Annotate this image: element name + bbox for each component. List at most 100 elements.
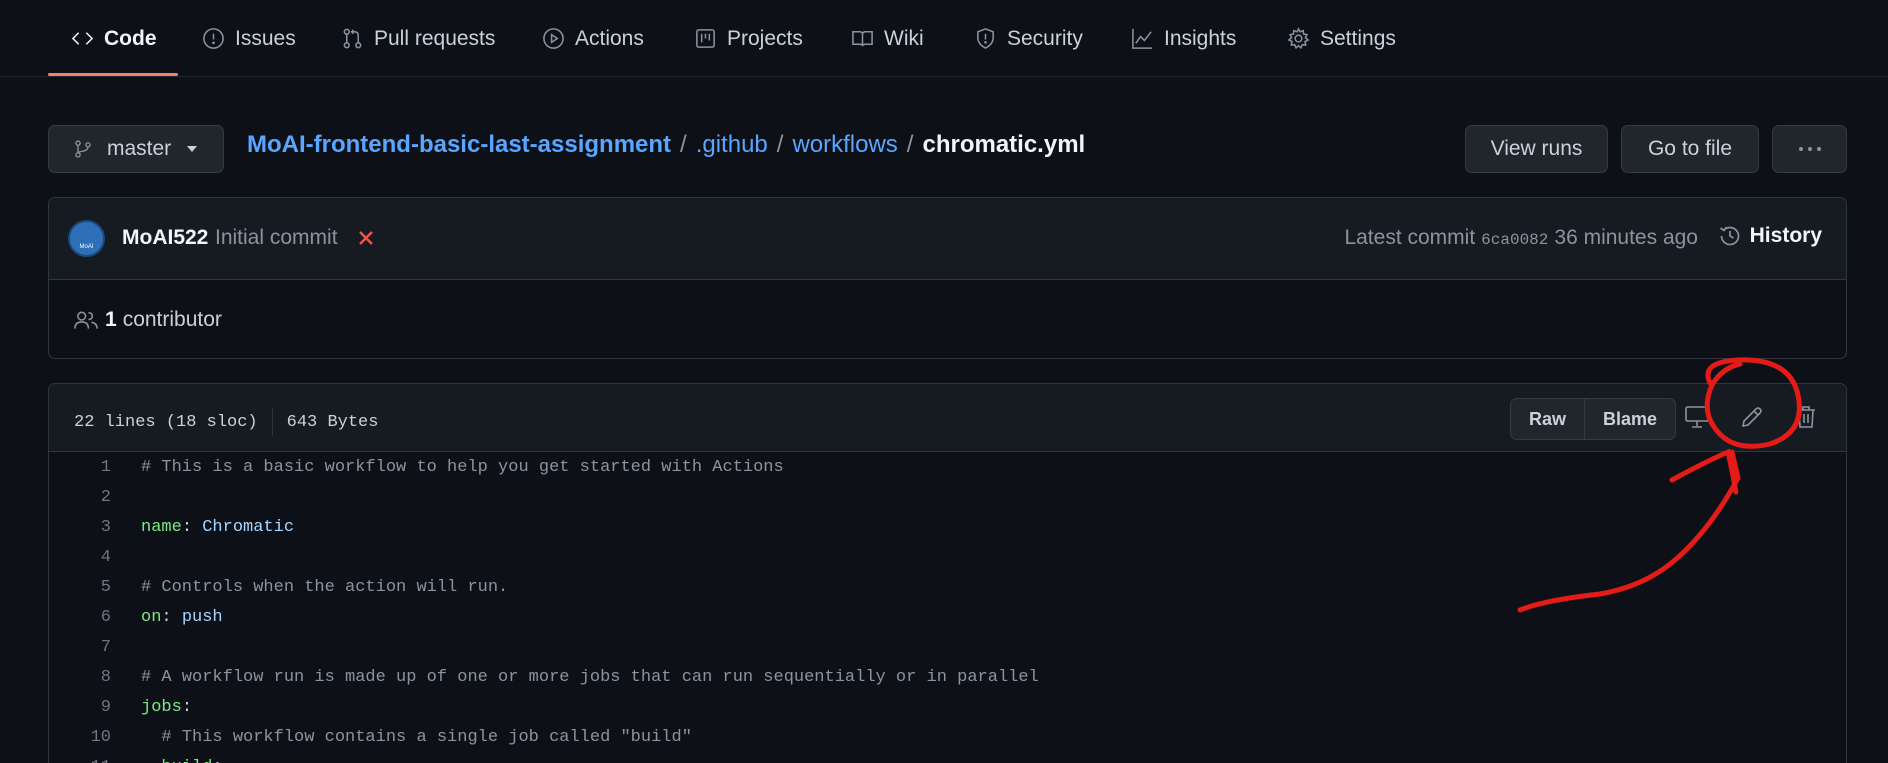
play-icon: [543, 28, 564, 49]
tab-label: Security: [1007, 26, 1083, 50]
commit-time: 36 minutes ago: [1554, 226, 1698, 249]
raw-button[interactable]: Raw: [1511, 399, 1584, 439]
code-token: name: [141, 517, 182, 537]
tab-label: Wiki: [884, 26, 924, 50]
tab-wiki[interactable]: Wiki: [851, 0, 924, 77]
code-token: # Controls when the action will run.: [141, 577, 509, 597]
commit-author-link[interactable]: MoAI522: [122, 226, 208, 250]
breadcrumb-github-link[interactable]: .github: [696, 131, 768, 159]
line-number[interactable]: 6: [49, 608, 111, 627]
line-content: jobs:: [111, 698, 192, 717]
kebab-horizontal-icon: [1798, 147, 1821, 151]
file-size: 643 Bytes: [286, 412, 379, 432]
code-token: Chromatic: [202, 517, 295, 537]
issue-icon: [203, 28, 224, 49]
line-number[interactable]: 4: [49, 548, 111, 567]
branch-select-button[interactable]: master: [48, 125, 224, 173]
code-line: 1 # This is a basic workflow to help you …: [49, 452, 1846, 482]
x-icon[interactable]: [357, 229, 375, 247]
breadcrumb-separator: /: [776, 131, 784, 158]
latest-commit-label: Latest commit: [1344, 226, 1476, 249]
chevron-down-icon: [187, 146, 198, 152]
tab-settings[interactable]: Settings: [1287, 0, 1396, 77]
code-line: 4: [49, 542, 1846, 572]
file-viewer: 22 lines (18 sloc) 643 Bytes Raw Blame 1…: [48, 383, 1847, 763]
tab-label: Pull requests: [374, 26, 496, 50]
line-number[interactable]: 7: [49, 638, 111, 657]
divider: [271, 408, 273, 436]
history-button[interactable]: History: [1718, 224, 1822, 248]
pencil-icon[interactable]: [1738, 403, 1766, 431]
view-runs-button[interactable]: View runs: [1465, 125, 1608, 173]
tab-security[interactable]: Security: [974, 0, 1083, 77]
code-token: # A workflow run is made up of one or mo…: [141, 667, 1039, 687]
commit-box: MoAI MoAI522 Initial commit Latest commi…: [48, 197, 1847, 359]
line-content: build:: [111, 758, 222, 763]
file-lines-info: 22 lines (18 sloc): [74, 412, 258, 432]
code-token: on: [141, 607, 162, 627]
code-token: build: [141, 758, 212, 763]
code-token: jobs: [141, 697, 182, 717]
contributors-link[interactable]: 1 contributor: [74, 308, 222, 332]
repo-nav: Code Issues Pull requests Actions Projec…: [0, 0, 1888, 77]
contributor-label: contributor: [122, 308, 222, 331]
git-branch-icon: [75, 140, 91, 158]
breadcrumb-separator: /: [680, 131, 687, 158]
more-options-button[interactable]: [1772, 125, 1847, 173]
line-content: # This is a basic workflow to help you g…: [111, 458, 784, 477]
blame-button[interactable]: Blame: [1584, 399, 1675, 439]
line-number[interactable]: 11: [49, 758, 111, 763]
tab-issues[interactable]: Issues: [202, 0, 296, 77]
code-token: # This workflow contains a single job ca…: [141, 727, 692, 747]
line-content: name: Chromatic: [111, 518, 294, 537]
line-number[interactable]: 3: [49, 518, 111, 537]
commit-message-link[interactable]: Initial commit: [215, 226, 338, 250]
line-content: # A workflow run is made up of one or mo…: [111, 668, 1039, 687]
file-info: 22 lines (18 sloc) 643 Bytes: [74, 408, 378, 436]
people-icon: [74, 311, 98, 329]
breadcrumb-repo-link[interactable]: MoAI-frontend-basic-last-assignment: [247, 131, 671, 159]
code-line: 3 name: Chromatic: [49, 512, 1846, 542]
latest-commit-info: Latest commit 6ca0082 36 minutes ago: [1344, 226, 1698, 250]
tab-pull-requests[interactable]: Pull requests: [341, 0, 495, 77]
code-line: 10 # This workflow contains a single job…: [49, 722, 1846, 752]
line-number[interactable]: 2: [49, 488, 111, 507]
book-icon: [852, 31, 873, 47]
line-content: # This workflow contains a single job ca…: [111, 728, 692, 747]
line-number[interactable]: 5: [49, 578, 111, 597]
go-to-file-button[interactable]: Go to file: [1621, 125, 1759, 173]
code-line: 5 # Controls when the action will run.: [49, 572, 1846, 602]
tab-label: Insights: [1164, 26, 1237, 50]
tab-code[interactable]: Code: [71, 0, 157, 77]
commit-sha-link[interactable]: 6ca0082: [1481, 231, 1548, 249]
code-line: 6 on: push: [49, 602, 1846, 632]
code-line: 7: [49, 632, 1846, 662]
trash-icon[interactable]: [1792, 403, 1820, 431]
code-token: :: [212, 758, 222, 763]
code-line: 11 build:: [49, 752, 1846, 763]
tab-label: Projects: [727, 26, 803, 50]
code-token: push: [181, 607, 223, 627]
latest-commit-bar: MoAI MoAI522 Initial commit Latest commi…: [49, 198, 1846, 280]
gear-icon: [1287, 27, 1310, 50]
history-icon: [1719, 226, 1739, 246]
breadcrumb: MoAI-frontend-basic-last-assignment / .g…: [247, 131, 1085, 159]
tab-insights[interactable]: Insights: [1131, 0, 1236, 77]
code-token: :: [181, 697, 193, 717]
line-number[interactable]: 8: [49, 668, 111, 687]
code-line: 8 # A workflow run is made up of one or m…: [49, 662, 1846, 692]
line-number[interactable]: 10: [49, 728, 111, 747]
desktop-icon[interactable]: [1683, 403, 1711, 431]
pull-request-icon: [343, 28, 362, 49]
avatar[interactable]: MoAI: [68, 220, 105, 257]
shield-icon: [977, 28, 994, 49]
code-line: 2: [49, 482, 1846, 512]
breadcrumb-workflows-link[interactable]: workflows: [792, 131, 897, 159]
contributor-count: 1: [105, 308, 117, 331]
tab-label: Issues: [235, 26, 296, 50]
tab-projects[interactable]: Projects: [694, 0, 803, 77]
line-number[interactable]: 1: [49, 458, 111, 477]
line-number[interactable]: 9: [49, 698, 111, 717]
tab-actions[interactable]: Actions: [542, 0, 644, 77]
code-token: :: [181, 517, 203, 537]
